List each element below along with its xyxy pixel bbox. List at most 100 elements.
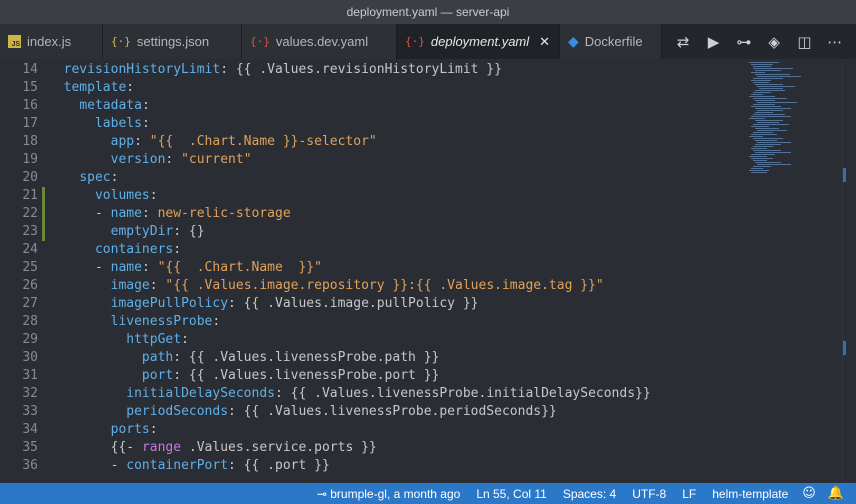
minimap-line xyxy=(749,156,767,157)
minimap-line xyxy=(749,136,763,137)
code-line[interactable]: app: "{{ .Chart.Name }}-selector" xyxy=(48,133,377,151)
code-token: range xyxy=(141,440,182,455)
minimap-line xyxy=(753,92,771,93)
close-icon[interactable]: ✕ xyxy=(539,34,550,50)
open-changes-icon[interactable]: ⊶ xyxy=(735,33,753,51)
minimap-line xyxy=(755,112,773,113)
line-number: 29 xyxy=(22,332,38,347)
code-line[interactable]: - name: new-relic-storage xyxy=(48,205,291,223)
tab-dockerfile[interactable]: ◆ Dockerfile xyxy=(560,24,670,59)
end-of-line[interactable]: LF xyxy=(682,487,696,501)
line-number: 18 xyxy=(22,134,38,149)
code-token: emptyDir xyxy=(110,224,174,239)
notifications-bell-icon[interactable]: 🔔 xyxy=(828,486,844,501)
minimap-line xyxy=(755,108,791,109)
line-number: 35 xyxy=(22,440,38,455)
more-actions-icon[interactable]: ⋯ xyxy=(826,33,844,51)
line-number: 21 xyxy=(22,188,38,203)
code-token: livenessProbe xyxy=(110,314,213,329)
code-line[interactable]: httpGet: xyxy=(48,331,189,349)
line-number: 31 xyxy=(22,368,38,383)
line-number: 14 xyxy=(22,62,38,77)
code-lines[interactable]: revisionHistoryLimit: {{ .Values.revisio… xyxy=(48,59,738,483)
code-token: revisionHistoryLimit xyxy=(63,62,221,77)
code-line[interactable]: revisionHistoryLimit: {{ .Values.revisio… xyxy=(48,61,502,79)
tab-deployment-yaml[interactable]: {·} deployment.yaml ✕ xyxy=(397,24,560,59)
line-number: 30 xyxy=(22,350,38,365)
code-line[interactable]: {{- range .Values.service.ports }} xyxy=(48,439,377,457)
minimap-line xyxy=(751,72,765,73)
vertical-scrollbar[interactable] xyxy=(842,59,856,483)
code-line[interactable]: initialDelaySeconds: {{ .Values.liveness… xyxy=(48,385,651,403)
line-number: 33 xyxy=(22,404,38,419)
minimap-line xyxy=(751,134,777,135)
minimap-line xyxy=(755,74,790,75)
split-editor-icon[interactable]: ◫ xyxy=(795,33,813,51)
minimap[interactable] xyxy=(745,59,840,483)
code-line[interactable]: - name: "{{ .Chart.Name }}" xyxy=(48,259,322,277)
encoding[interactable]: UTF-8 xyxy=(632,487,666,501)
tab-index-js[interactable]: JS index.js xyxy=(0,24,103,59)
code-line[interactable]: port: {{ .Values.livenessProbe.port }} xyxy=(48,367,439,385)
indentation[interactable]: Spaces: 4 xyxy=(563,487,616,501)
code-token: : {} xyxy=(173,224,205,239)
minimap-line xyxy=(751,168,763,169)
status-bar: ⊸ brumple-gl, a month ago Ln 55, Col 11 … xyxy=(0,483,856,504)
language-mode[interactable]: helm-template xyxy=(712,487,788,501)
minimap-line xyxy=(755,140,777,141)
code-token: labels xyxy=(94,116,142,131)
code-editor[interactable]: 14 15 16 17 18 19 20 21 22 23 24 25 26 27 28 29 30 31 32 33… xyxy=(0,59,856,483)
tab-values-dev-yaml[interactable]: {·} values.dev.yaml xyxy=(242,24,397,59)
code-token: spec xyxy=(79,170,111,185)
line-number: 17 xyxy=(22,116,38,131)
git-blame[interactable]: ⊸ brumple-gl, a month ago xyxy=(317,487,460,501)
code-line[interactable]: - containerPort: {{ .port }} xyxy=(48,457,330,475)
code-line[interactable]: emptyDir: {} xyxy=(48,223,205,241)
compare-changes-icon[interactable]: ⇄ xyxy=(674,33,692,51)
code-line[interactable]: image: "{{ .Values.image.repository }}:{… xyxy=(48,277,604,295)
code-line[interactable]: labels: xyxy=(48,115,150,133)
minimap-line xyxy=(753,98,787,99)
code-token: : {{ .Values.livenessProbe.initialDelayS… xyxy=(275,386,651,401)
minimap-line xyxy=(755,100,775,101)
code-line[interactable]: livenessProbe: xyxy=(48,313,221,331)
minimap-line xyxy=(753,150,781,151)
tab-label: deployment.yaml xyxy=(430,34,530,49)
code-token: : xyxy=(165,152,182,167)
code-token: port xyxy=(141,368,174,383)
code-line[interactable]: periodSeconds: {{ .Values.livenessProbe.… xyxy=(48,403,556,421)
code-line[interactable]: template: xyxy=(48,79,134,97)
minimap-line xyxy=(753,78,783,79)
feedback-smiley-icon[interactable]: ☺ xyxy=(802,486,816,501)
tab-label: settings.json xyxy=(136,34,210,49)
line-number: 22 xyxy=(22,206,38,221)
git-commit-icon[interactable]: ◈ xyxy=(765,33,783,51)
code-token: periodSeconds xyxy=(126,404,229,419)
code-token: : xyxy=(173,242,182,257)
minimap-line xyxy=(753,114,785,115)
code-line[interactable]: version: "current" xyxy=(48,151,252,169)
code-line[interactable]: ports: xyxy=(48,421,158,439)
code-line[interactable]: spec: xyxy=(48,169,118,187)
js-file-icon: JS xyxy=(8,35,21,48)
code-token: image xyxy=(110,278,150,293)
git-modified-indicator xyxy=(42,187,45,241)
cursor-position[interactable]: Ln 55, Col 11 xyxy=(476,487,547,501)
code-token: new-relic-storage xyxy=(157,206,291,221)
minimap-line xyxy=(751,148,767,149)
code-line[interactable]: imagePullPolicy: {{ .Values.image.pullPo… xyxy=(48,295,479,313)
run-icon[interactable]: ▶ xyxy=(704,33,722,51)
code-token: initialDelaySeconds xyxy=(126,386,275,401)
code-line[interactable]: metadata: xyxy=(48,97,149,115)
minimap-line xyxy=(753,124,789,125)
code-token: : xyxy=(212,314,221,329)
code-line[interactable]: volumes: xyxy=(48,187,158,205)
code-token: : xyxy=(149,422,158,437)
code-line[interactable]: path: {{ .Values.livenessProbe.path }} xyxy=(48,349,439,367)
tab-settings-json[interactable]: {·} settings.json xyxy=(103,24,242,59)
code-token: - xyxy=(94,260,111,275)
code-line[interactable]: containers: xyxy=(48,241,181,259)
minimap-line xyxy=(757,164,791,165)
minimap-line xyxy=(757,110,783,111)
line-number: 16 xyxy=(22,98,38,113)
